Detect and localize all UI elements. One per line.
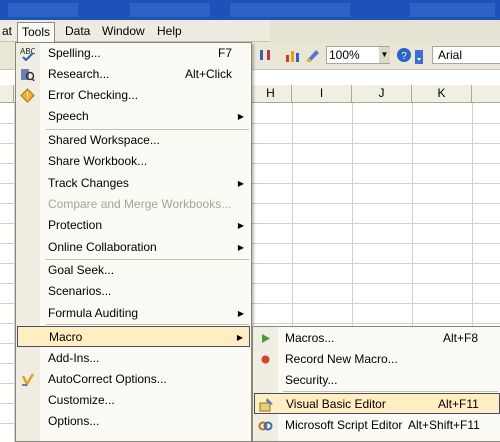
script-editor-icon	[258, 418, 273, 433]
menu-bar-background	[270, 20, 500, 42]
column-header-l[interactable]	[472, 85, 500, 103]
menu-item-formula-auditing[interactable]: Formula Auditing ▶	[16, 303, 251, 324]
help-icon[interactable]: ?	[396, 47, 412, 63]
title-bar	[0, 0, 500, 20]
column-header-h[interactable]: H	[250, 85, 292, 103]
font-select[interactable]: Arial	[432, 46, 500, 64]
submenu-arrow-icon: ▶	[237, 243, 244, 252]
menu-item-shared-workspace[interactable]: Shared Workspace...	[16, 130, 251, 151]
menu-tools[interactable]: Tools	[17, 22, 56, 42]
menu-item-macro[interactable]: Macro ▶	[17, 326, 250, 347]
error-checking-icon: !	[20, 88, 35, 103]
menu-item-protection[interactable]: Protection ▶	[16, 215, 251, 236]
visual-basic-editor-icon	[259, 397, 274, 412]
menu-item-record-new-macro[interactable]: Record New Macro...	[253, 349, 500, 370]
menu-bar: at Tools Data Window Help	[0, 20, 500, 42]
toolbar-options-icon[interactable]	[415, 50, 423, 64]
menu-item-security[interactable]: Security...	[253, 370, 500, 391]
menu-item-share-workbook[interactable]: Share Workbook...	[16, 151, 251, 172]
macro-submenu: Macros... Alt+F8 Record New Macro... Sec…	[252, 326, 500, 442]
menu-item-online-collaboration[interactable]: Online Collaboration ▶	[16, 237, 251, 258]
submenu-arrow-icon: ▶	[237, 179, 244, 188]
menu-help[interactable]: Help	[153, 23, 186, 39]
select-all-corner[interactable]	[0, 85, 14, 103]
column-header-k[interactable]: K	[412, 85, 472, 103]
menu-item-options[interactable]: Options...	[16, 411, 251, 432]
submenu-arrow-icon: ▶	[236, 333, 243, 342]
submenu-arrow-icon: ▶	[237, 112, 244, 121]
menu-item-compare-merge: Compare and Merge Workbooks...	[48, 197, 232, 211]
menu-item-speech[interactable]: Speech ▶	[16, 106, 251, 127]
menu-format[interactable]: at	[0, 23, 16, 39]
menu-item-research[interactable]: Research... Alt+Click	[16, 64, 251, 85]
chevron-down-icon[interactable]: ▼	[379, 47, 390, 63]
menu-window[interactable]: Window	[98, 23, 149, 39]
menu-item-spelling[interactable]: ABC Spelling... F7	[16, 43, 251, 64]
menu-item-scenarios[interactable]: Scenarios...	[16, 281, 251, 302]
column-header-i[interactable]: I	[292, 85, 352, 103]
tools-menu: ABC Spelling... F7 Research... Alt+Click…	[15, 42, 252, 442]
menu-item-track-changes[interactable]: Track Changes ▶	[16, 173, 251, 194]
drawing-icon[interactable]	[305, 47, 321, 63]
menu-item-visual-basic-editor[interactable]: Visual Basic Editor Alt+F11	[254, 393, 500, 414]
menu-item-error-checking[interactable]: ! Error Checking...	[16, 85, 251, 106]
menu-item-autocorrect-options[interactable]: AutoCorrect Options...	[16, 369, 251, 390]
menu-item-add-ins[interactable]: Add-Ins...	[16, 348, 251, 369]
menu-item-customize[interactable]: Customize...	[16, 390, 251, 411]
chart-wizard-icon[interactable]	[285, 47, 301, 63]
svg-text:?: ?	[401, 51, 407, 62]
autocorrect-icon	[20, 372, 35, 387]
research-icon	[20, 67, 35, 82]
menu-item-microsoft-script-editor[interactable]: Microsoft Script Editor Alt+Shift+F11	[253, 415, 500, 436]
record-macro-icon	[258, 352, 273, 367]
submenu-arrow-icon: ▶	[237, 221, 244, 230]
menu-data[interactable]: Data	[61, 23, 94, 39]
menu-item-goal-seek[interactable]: Goal Seek...	[16, 260, 251, 281]
spelling-icon: ABC	[20, 46, 37, 62]
sort-icon[interactable]	[258, 47, 274, 63]
svg-text:!: !	[26, 91, 29, 101]
submenu-arrow-icon: ▶	[237, 309, 244, 318]
column-header-j[interactable]: J	[352, 85, 412, 103]
run-macro-icon	[258, 331, 273, 346]
menu-item-macros[interactable]: Macros... Alt+F8	[253, 328, 500, 349]
